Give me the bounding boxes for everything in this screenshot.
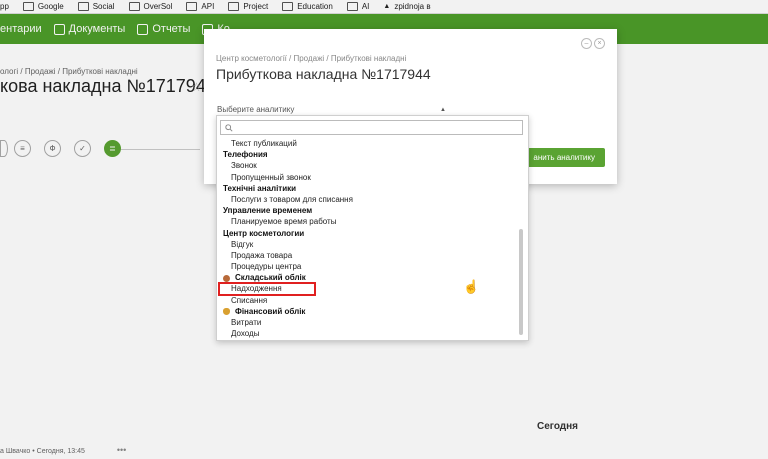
item-label: Доходы	[231, 329, 260, 339]
select-placeholder: Выберите аналитику	[217, 105, 295, 114]
group-header: Телефония	[217, 149, 517, 160]
group-header: Управление временем	[217, 205, 517, 216]
list-item[interactable]: Текст публикаций	[217, 138, 517, 149]
list-item[interactable]: Відгук	[217, 239, 517, 250]
list-item[interactable]: Продажа товара	[217, 250, 517, 261]
dropdown-list: Текст публикаций Телефония Звонок Пропущ…	[217, 138, 517, 339]
box-icon	[223, 274, 230, 282]
list-item[interactable]: Звонок	[217, 160, 517, 171]
item-label: Продажа товара	[231, 250, 293, 260]
hand-cursor-icon: ☝	[463, 279, 480, 294]
list-item[interactable]: Списання	[217, 295, 517, 306]
minimize-icon[interactable]: –	[581, 38, 592, 49]
item-label: Текст публикаций	[231, 139, 297, 148]
item-label: Послуги з товаром для списання	[231, 194, 353, 204]
group-label: Центр косметологии	[223, 228, 305, 238]
modal-breadcrumb: Центр косметології / Продажі / Прибутков…	[216, 54, 407, 63]
group-header: Центр косметологии	[217, 228, 517, 239]
item-label: Процедуры центра	[231, 262, 302, 272]
item-label: Відгук	[231, 239, 254, 249]
item-label: Планируемое время работы	[231, 217, 337, 227]
modal-controls: – ×	[579, 38, 605, 49]
list-item[interactable]: Доходы	[217, 328, 517, 339]
money-bag-icon	[223, 308, 230, 316]
list-item-highlighted[interactable]: Надходження	[218, 282, 316, 296]
item-label: Списання	[231, 295, 268, 305]
group-label: Складський облік	[235, 273, 306, 283]
list-item[interactable]: Планируемое время работы	[217, 216, 517, 227]
item-label: Звонок	[231, 161, 257, 171]
list-item[interactable]: Пропущенный звонок	[217, 172, 517, 183]
list-item[interactable]: Витрати	[217, 317, 517, 328]
modal-title: Прибуткова накладна №1717944	[216, 66, 431, 82]
dropdown-search-input[interactable]	[220, 120, 523, 135]
close-icon[interactable]: ×	[594, 38, 605, 49]
dropdown-scrollbar[interactable]	[519, 229, 523, 335]
list-item[interactable]: Послуги з товаром для списання	[217, 194, 517, 205]
group-label: Телефония	[223, 150, 268, 160]
search-icon	[225, 123, 233, 132]
list-item[interactable]: Процедуры центра	[217, 261, 517, 272]
item-label: Витрати	[231, 318, 262, 327]
analytics-dropdown: Текст публикаций Телефония Звонок Пропущ…	[216, 115, 529, 341]
group-label: Фінансовий облік	[235, 306, 306, 316]
group-label: Управление временем	[223, 206, 313, 216]
group-label: Технічні аналітики	[223, 183, 297, 193]
caret-up-icon: ▲	[440, 106, 446, 113]
item-label: Надходження	[231, 284, 282, 294]
group-header: Технічні аналітики	[217, 183, 517, 194]
item-label: Пропущенный звонок	[231, 172, 311, 182]
group-header: Фінансовий облік	[217, 306, 517, 317]
